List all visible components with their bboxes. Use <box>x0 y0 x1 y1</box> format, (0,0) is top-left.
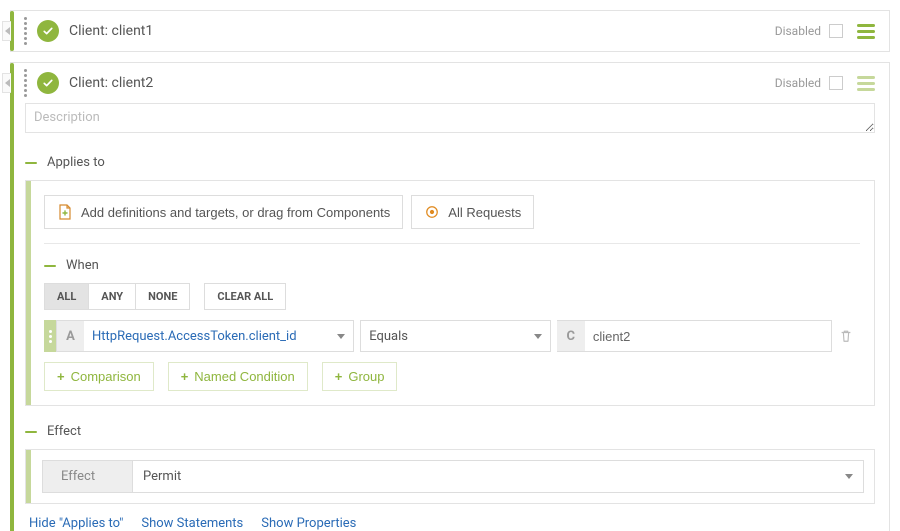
plus-icon: + <box>335 369 343 384</box>
chevron-down-icon <box>845 474 853 479</box>
policy-header: Client: client2 Disabled <box>11 63 889 103</box>
all-requests-button[interactable]: All Requests <box>411 195 534 229</box>
add-named-condition-button[interactable]: + Named Condition <box>168 362 308 391</box>
collapse-icon <box>25 162 37 164</box>
match-mode-none[interactable]: NONE <box>135 284 189 309</box>
add-group-button[interactable]: + Group <box>322 362 398 391</box>
effect-field-label: Effect <box>42 460 132 493</box>
policy-header: Client: client1 Disabled <box>11 11 889 51</box>
value-input[interactable] <box>585 320 832 352</box>
add-named-condition-label: Named Condition <box>194 369 294 384</box>
disabled-checkbox[interactable] <box>829 24 843 38</box>
operator-value: Equals <box>369 329 408 344</box>
operator-select[interactable]: Equals <box>360 320 551 352</box>
description-input[interactable] <box>25 103 875 133</box>
drag-handle-icon[interactable] <box>21 17 29 45</box>
match-mode-all[interactable]: ALL <box>45 284 88 309</box>
policy-title: Client: client1 <box>69 23 775 39</box>
clear-all-button[interactable]: CLEAR ALL <box>204 283 286 310</box>
attribute-type-chip: A <box>56 320 84 352</box>
delete-condition-button[interactable] <box>832 320 860 352</box>
plus-icon: + <box>57 369 65 384</box>
disabled-label: Disabled <box>775 76 821 90</box>
drag-handle-icon[interactable] <box>21 69 29 97</box>
add-file-icon <box>57 204 73 220</box>
match-mode-segmented: ALL ANY NONE <box>44 283 190 310</box>
applies-to-title: Applies to <box>47 155 105 170</box>
add-group-label: Group <box>348 369 384 384</box>
policy-row-client1: Client: client1 Disabled <box>10 10 890 52</box>
show-properties-link[interactable]: Show Properties <box>261 516 356 531</box>
status-check-icon <box>37 20 59 42</box>
match-mode-any[interactable]: ANY <box>88 284 135 309</box>
policy-title: Client: client2 <box>69 75 775 91</box>
condition-row: A HttpRequest.AccessToken.client_id Equa… <box>44 320 860 352</box>
hide-applies-to-link[interactable]: Hide "Applies to" <box>29 516 123 531</box>
add-definitions-button[interactable]: Add definitions and targets, or drag fro… <box>44 195 403 229</box>
collapse-icon <box>44 265 56 267</box>
when-section-head[interactable]: When <box>44 258 860 273</box>
status-check-icon <box>37 72 59 94</box>
condition-drag-handle-icon[interactable] <box>44 320 56 352</box>
applies-to-section-head[interactable]: Applies to <box>25 155 875 170</box>
when-title: When <box>66 258 99 273</box>
attribute-select[interactable]: HttpRequest.AccessToken.client_id <box>84 320 354 352</box>
add-comparison-button[interactable]: + Comparison <box>44 362 154 391</box>
disabled-checkbox[interactable] <box>829 76 843 90</box>
all-requests-label: All Requests <box>448 205 521 220</box>
constant-type-chip: C <box>557 320 585 352</box>
add-definitions-label: Add definitions and targets, or drag fro… <box>81 205 390 220</box>
expand-toggle[interactable] <box>2 21 11 41</box>
collapse-icon <box>25 431 37 433</box>
effect-panel: Effect Permit <box>25 449 875 504</box>
target-icon <box>424 204 440 220</box>
row-menu-icon[interactable] <box>853 72 879 95</box>
applies-to-panel: Add definitions and targets, or drag fro… <box>25 180 875 406</box>
effect-title: Effect <box>47 424 81 439</box>
effect-select[interactable]: Permit <box>132 460 864 493</box>
plus-icon: + <box>181 369 189 384</box>
effect-value: Permit <box>143 469 181 484</box>
row-menu-icon[interactable] <box>853 20 879 43</box>
effect-section-head[interactable]: Effect <box>25 424 875 439</box>
chevron-down-icon <box>337 334 345 339</box>
chevron-down-icon <box>534 334 542 339</box>
policy-row-client2: Client: client2 Disabled Applies to <box>10 62 890 531</box>
attribute-value: HttpRequest.AccessToken.client_id <box>92 329 297 344</box>
add-comparison-label: Comparison <box>71 369 141 384</box>
expand-toggle[interactable] <box>2 73 11 93</box>
disabled-label: Disabled <box>775 24 821 38</box>
show-statements-link[interactable]: Show Statements <box>141 516 243 531</box>
footer-links: Hide "Applies to" Show Statements Show P… <box>25 504 875 531</box>
